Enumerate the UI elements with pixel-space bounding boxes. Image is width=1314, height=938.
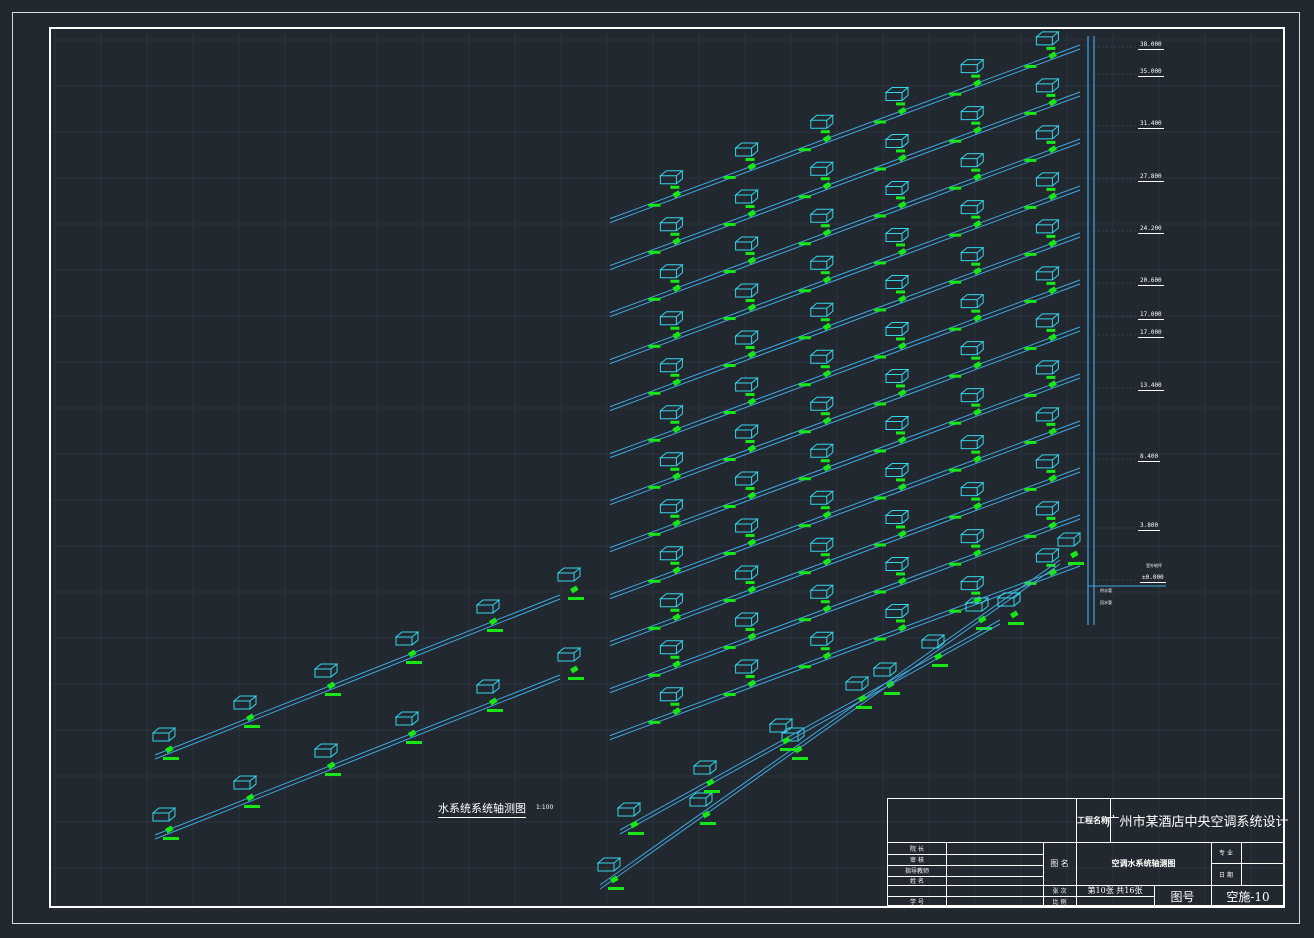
elevation-label: 27.800 bbox=[1138, 173, 1164, 182]
project-name: 广州市某酒店中央空调系统设计 bbox=[1106, 815, 1289, 830]
elevation-label: 38.000 bbox=[1138, 41, 1164, 50]
elevation-label: 8.400 bbox=[1138, 453, 1161, 462]
sheet-value: 第10张 共16张 bbox=[1087, 886, 1143, 895]
scale-label: 比 例 bbox=[1052, 899, 1067, 906]
riser-label-return: 回水管 bbox=[1100, 600, 1112, 605]
row-label: 审 核 bbox=[910, 857, 924, 864]
riser-label-supply: 供水管 bbox=[1100, 588, 1112, 593]
specialty-label: 专 业 bbox=[1219, 850, 1233, 857]
elevation-label: 17.000 bbox=[1138, 329, 1164, 338]
figure-no: 空施-10 bbox=[1226, 889, 1270, 904]
sheet-label: 张 次 bbox=[1052, 888, 1067, 895]
row-label: 学 号 bbox=[910, 899, 924, 906]
elevation-label: 13.400 bbox=[1138, 382, 1164, 391]
row-label: 指导教师 bbox=[904, 868, 929, 875]
diagram-title: 水系统系统轴测图 bbox=[438, 800, 526, 818]
elevation-label: 24.200 bbox=[1138, 225, 1164, 234]
elevation-label: 20.600 bbox=[1138, 277, 1164, 286]
elevation-label: 35.000 bbox=[1138, 68, 1164, 77]
date-label: 日 期 bbox=[1219, 871, 1233, 879]
project-label: 工程名称 bbox=[1077, 815, 1109, 825]
drawing-label: 图 名 bbox=[1050, 859, 1069, 868]
title-block: 工程名称 广州市某酒店中央空调系统设计 院 长 审 核 指导教师 姓 名 学 号… bbox=[887, 798, 1289, 907]
row-label: 院 长 bbox=[910, 845, 924, 853]
elevation-label: 17.000 bbox=[1138, 311, 1164, 320]
drawing-name: 空调水系统轴测图 bbox=[1111, 858, 1176, 868]
row-label: 姓 名 bbox=[910, 878, 924, 885]
ground-label: 室外地坪 bbox=[1146, 563, 1162, 568]
diagram-scale: 1:100 bbox=[536, 804, 554, 811]
elevation-label: ±0.000 bbox=[1140, 574, 1166, 583]
elevation-label: 31.400 bbox=[1138, 120, 1164, 129]
elevation-label: 3.800 bbox=[1138, 522, 1161, 531]
drawing-border bbox=[49, 27, 1285, 908]
figure-no-label: 图号 bbox=[1170, 889, 1195, 904]
